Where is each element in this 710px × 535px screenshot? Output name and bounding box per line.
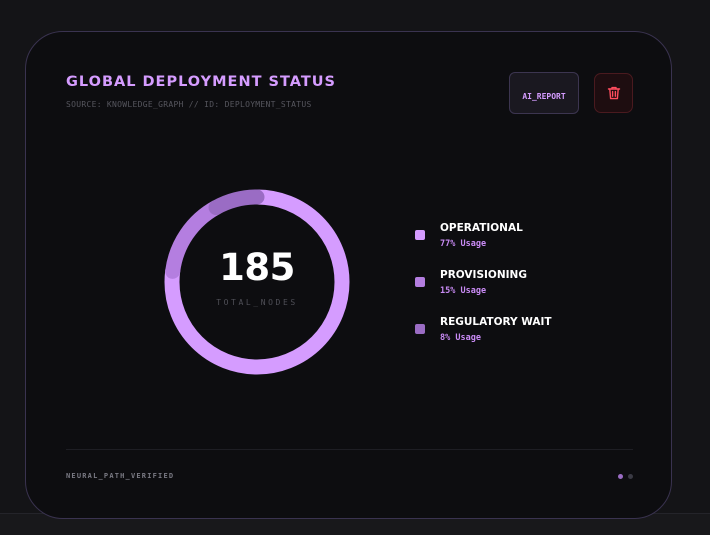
- legend-swatch: [415, 324, 425, 334]
- legend-label: REGULATORY WAIT: [440, 316, 552, 328]
- footer-status: NEURAL_PATH_VERIFIED: [66, 472, 175, 480]
- footer-divider: [66, 449, 633, 450]
- pager-dot[interactable]: [618, 474, 623, 479]
- deployment-status-card: GLOBAL DEPLOYMENT STATUS SOURCE: KNOWLED…: [25, 31, 672, 519]
- card-subtitle: SOURCE: KNOWLEDGE_GRAPH // ID: DEPLOYMEN…: [66, 100, 312, 109]
- legend-swatch: [415, 230, 425, 240]
- total-nodes-label: TOTAL_NODES: [216, 298, 298, 307]
- trash-icon: [607, 86, 620, 100]
- legend-swatch: [415, 277, 425, 287]
- legend-label: OPERATIONAL: [440, 222, 523, 234]
- delete-button[interactable]: [594, 73, 633, 113]
- card-title: GLOBAL DEPLOYMENT STATUS: [66, 74, 336, 90]
- pager-dot[interactable]: [628, 474, 633, 479]
- legend-usage: 77% Usage: [440, 239, 487, 249]
- legend-usage: 15% Usage: [440, 286, 487, 296]
- total-nodes-value: 185: [219, 246, 295, 289]
- ai-report-button[interactable]: AI_REPORT: [509, 72, 579, 114]
- legend-label: PROVISIONING: [440, 269, 527, 281]
- legend-usage: 8% Usage: [440, 333, 481, 343]
